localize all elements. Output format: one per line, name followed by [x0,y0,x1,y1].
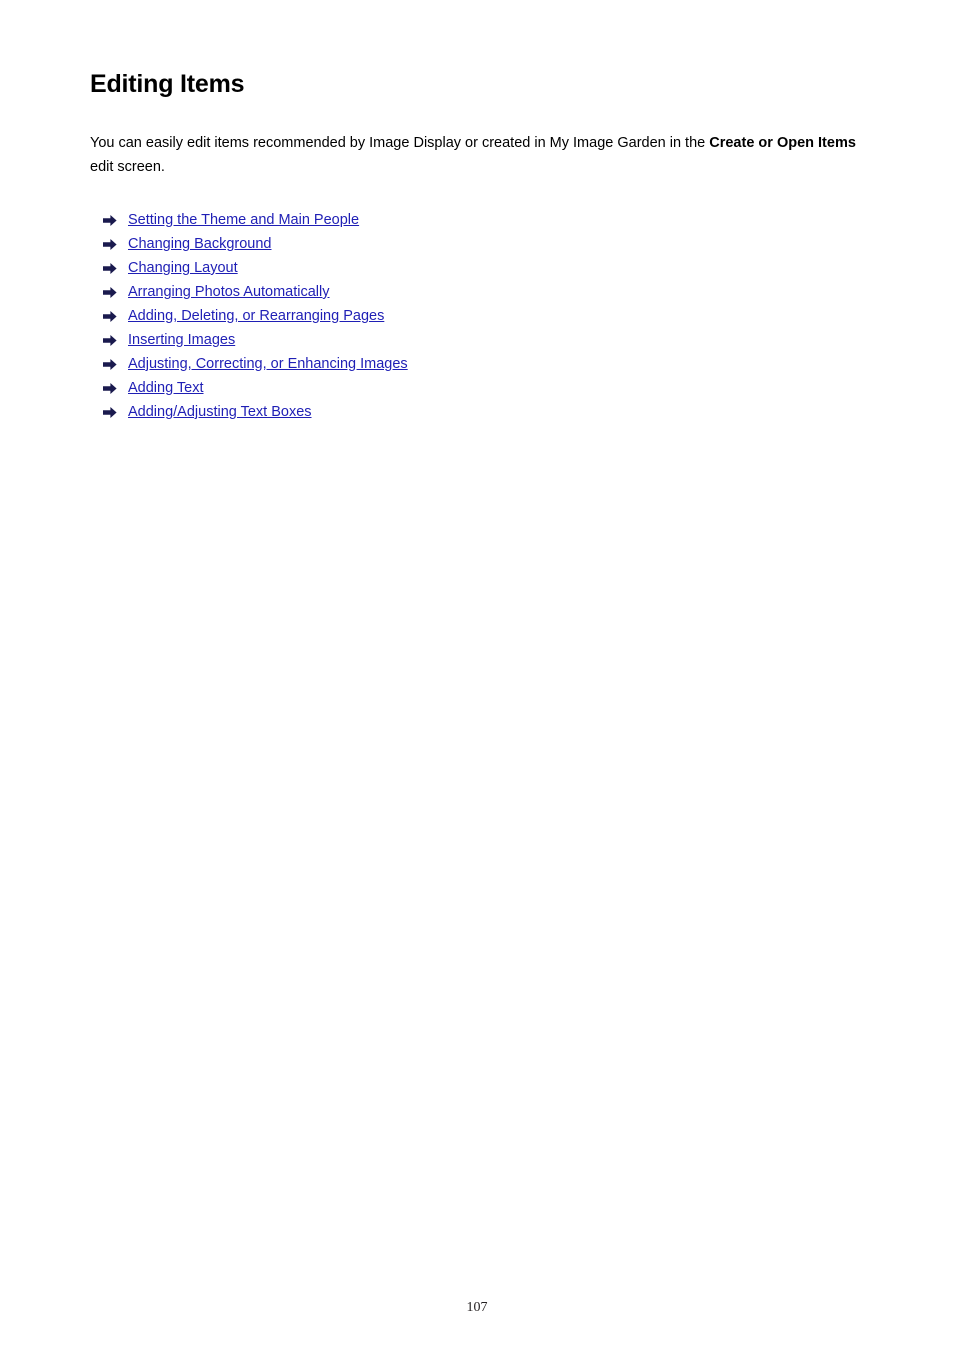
list-item[interactable]: Adjusting, Correcting, or Enhancing Imag… [90,352,880,376]
arrow-right-icon [103,208,121,232]
arrow-right-icon [103,376,121,400]
list-item[interactable]: Inserting Images [90,328,880,352]
topic-link-list: Setting the Theme and Main People Changi… [90,179,880,424]
topic-link[interactable]: Arranging Photos Automatically [128,280,330,304]
topic-link[interactable]: Changing Background [128,232,272,256]
list-item[interactable]: Adding/Adjusting Text Boxes [90,400,880,424]
arrow-right-icon [103,400,121,424]
arrow-right-icon [103,304,121,328]
arrow-right-icon [103,256,121,280]
list-item[interactable]: Changing Background [90,232,880,256]
page-title: Editing Items [90,70,245,98]
intro-text-after-bold: edit screen. [90,159,165,175]
intro-bold-term: Create or Open Items [709,135,856,151]
intro-paragraph: You can easily edit items recommended by… [90,99,860,179]
page-number: 107 [466,1300,488,1315]
intro-text-before-bold: You can easily edit items recommended by… [90,135,710,151]
topic-link[interactable]: Inserting Images [128,328,235,352]
arrow-right-icon [103,232,121,256]
topic-link[interactable]: Setting the Theme and Main People [128,208,359,232]
topic-link[interactable]: Changing Layout [128,256,238,280]
list-item[interactable]: Setting the Theme and Main People [90,208,880,232]
list-item[interactable]: Adding, Deleting, or Rearranging Pages [90,304,880,328]
topic-link[interactable]: Adding Text [128,376,204,400]
topic-link[interactable]: Adding/Adjusting Text Boxes [128,400,312,424]
list-item[interactable]: Changing Layout [90,256,880,280]
page-content: Editing Items You can easily edit items … [90,0,880,424]
arrow-right-icon [103,280,121,304]
document-page: Editing Items You can easily edit items … [0,0,954,1350]
arrow-right-icon [103,328,121,352]
list-item[interactable]: Arranging Photos Automatically [90,280,880,304]
list-item[interactable]: Adding Text [90,376,880,400]
topic-link[interactable]: Adjusting, Correcting, or Enhancing Imag… [128,352,408,376]
arrow-right-icon [103,352,121,376]
topic-link[interactable]: Adding, Deleting, or Rearranging Pages [128,304,384,328]
